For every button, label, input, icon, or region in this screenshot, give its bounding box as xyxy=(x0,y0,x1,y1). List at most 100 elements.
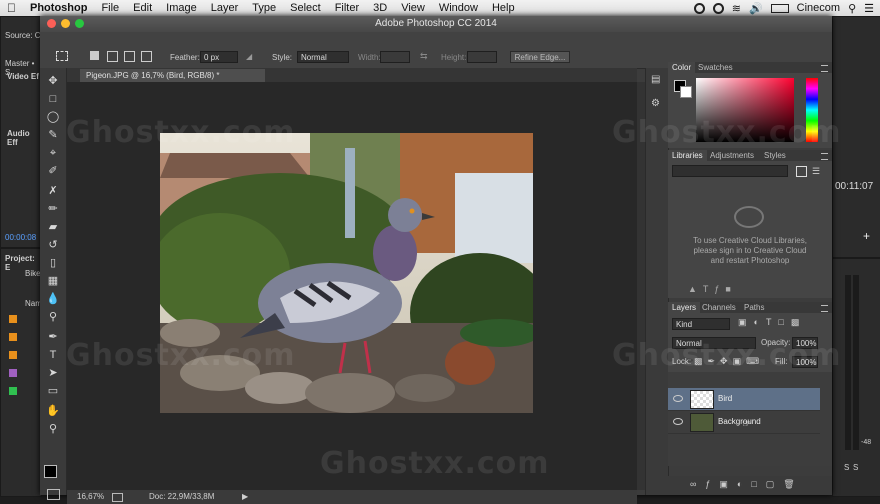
path-selection-tool-icon[interactable]: ➤ xyxy=(45,366,61,380)
refine-edge-button[interactable]: Refine Edge... xyxy=(510,51,570,63)
gradient-tool-icon[interactable]: ▦ xyxy=(45,274,61,288)
layer-row-background[interactable]: Background ☞ xyxy=(668,411,820,434)
minimize-window-button[interactable] xyxy=(61,19,70,28)
hand-cursor-icon: ☞ xyxy=(742,419,751,430)
height-input[interactable] xyxy=(467,51,497,63)
bg-video-effects: Video Ef xyxy=(7,72,39,81)
share-icon[interactable] xyxy=(112,493,123,502)
library-select[interactable] xyxy=(672,165,788,177)
move-tool-icon[interactable]: ✥ xyxy=(45,74,61,88)
pen-tool-icon[interactable]: ✒ xyxy=(45,330,61,344)
feather-input[interactable]: 0 px xyxy=(200,51,238,63)
stamp-tool-icon[interactable]: ▰ xyxy=(45,220,61,234)
layers-footer: ∞ƒ▣◐□▢🗑 xyxy=(668,476,832,495)
tab-channels[interactable]: Channels xyxy=(698,302,740,313)
wifi-icon[interactable]: ≋ xyxy=(732,2,741,15)
menu-window[interactable]: Window xyxy=(432,0,485,16)
anti-alias-icon[interactable]: ◢ xyxy=(246,52,252,61)
library-asset-icons[interactable]: ▲Tƒ■ xyxy=(688,284,737,294)
menu-select[interactable]: Select xyxy=(283,0,328,16)
tab-libraries[interactable]: Libraries xyxy=(668,150,707,161)
feather-label: Feather: xyxy=(170,53,200,62)
layer-name: Background xyxy=(718,417,761,426)
visibility-eye-icon[interactable] xyxy=(673,418,683,425)
history-panel-icon[interactable]: ▤ xyxy=(651,74,660,85)
tab-layers[interactable]: Layers xyxy=(668,302,701,313)
marquee-preset-icon[interactable] xyxy=(56,51,68,61)
watermark: Ghostxx.com xyxy=(66,338,296,373)
add-selection-icon[interactable] xyxy=(107,51,118,62)
search-icon[interactable]: ⚲ xyxy=(848,2,856,15)
width-input[interactable] xyxy=(380,51,410,63)
hand-tool-icon[interactable]: ✋ xyxy=(45,404,61,418)
blur-tool-icon[interactable]: 💧 xyxy=(45,292,61,306)
volume-icon[interactable]: 🔊 xyxy=(749,2,763,15)
tab-adjustments[interactable]: Adjustments xyxy=(706,150,758,161)
new-selection-icon[interactable] xyxy=(90,51,99,60)
bg-timecode: 00:00:08 xyxy=(5,233,37,242)
cc-icon[interactable] xyxy=(712,2,724,14)
healing-tool-icon[interactable]: ✗ xyxy=(45,184,61,198)
properties-panel-icon[interactable]: ⚙ xyxy=(651,98,660,109)
menu-filter[interactable]: Filter xyxy=(328,0,366,16)
tab-swatches[interactable]: Swatches xyxy=(694,62,737,73)
battery-icon[interactable] xyxy=(770,3,789,13)
type-tool-icon[interactable]: T xyxy=(45,348,61,362)
libraries-message: To use Creative Cloud Libraries, please … xyxy=(693,236,807,265)
brush-tool-icon[interactable]: ✏ xyxy=(45,202,61,216)
crop-tool-icon[interactable]: ⌖ xyxy=(45,146,61,160)
menu-edit[interactable]: Edit xyxy=(126,0,159,16)
notification-icon[interactable]: ☰ xyxy=(864,2,874,15)
tab-styles[interactable]: Styles xyxy=(760,150,790,161)
intersect-selection-icon[interactable] xyxy=(141,51,152,62)
panel-menu-icon[interactable] xyxy=(821,65,828,72)
window-title: Adobe Photoshop CC 2014 xyxy=(375,18,497,29)
visibility-eye-icon[interactable] xyxy=(673,395,683,402)
bg-audio-effects: Audio Eff xyxy=(7,129,30,147)
eraser-tool-icon[interactable]: ▯ xyxy=(45,256,61,270)
layer-filter-kind[interactable]: Kind xyxy=(672,318,730,330)
swap-icon[interactable]: ⇆ xyxy=(420,51,428,62)
zoom-level[interactable]: 16,67% xyxy=(77,490,104,504)
dodge-tool-icon[interactable]: ⚲ xyxy=(45,310,61,324)
tab-paths[interactable]: Paths xyxy=(740,302,768,313)
menu-image[interactable]: Image xyxy=(159,0,204,16)
layer-filter-icons[interactable]: ▣◐T□▩ xyxy=(738,317,806,328)
zoom-tool-icon[interactable]: ⚲ xyxy=(45,422,61,436)
menu-help[interactable]: Help xyxy=(485,0,522,16)
subtract-selection-icon[interactable] xyxy=(124,51,135,62)
document-tab[interactable]: Pigeon.JPG @ 16,7% (Bird, RGB/8) * xyxy=(80,69,265,82)
menu-app-photoshop[interactable]: Photoshop xyxy=(23,0,94,16)
zoom-window-button[interactable] xyxy=(75,19,84,28)
menu-layer[interactable]: Layer xyxy=(204,0,246,16)
close-window-button[interactable] xyxy=(47,19,56,28)
status-menu-arrow-icon[interactable]: ▶ xyxy=(242,490,248,504)
history-brush-tool-icon[interactable]: ↺ xyxy=(45,238,61,252)
color-background-swatch[interactable] xyxy=(680,86,692,98)
layers-footer-icons[interactable]: ∞ƒ▣◐□▢🗑 xyxy=(690,479,804,490)
layer-row-bird[interactable]: Bird xyxy=(668,388,820,411)
record-icon[interactable] xyxy=(693,2,705,14)
panel-menu-icon[interactable] xyxy=(821,153,828,160)
foreground-color-swatch[interactable] xyxy=(44,465,57,478)
layers-list: Bird Background ☞ xyxy=(668,372,832,466)
bg-add-icon[interactable]: + xyxy=(863,229,870,243)
bg-meter-solo-right[interactable]: S xyxy=(853,463,858,472)
menu-file[interactable]: File xyxy=(94,0,126,16)
apple-menu[interactable]:  xyxy=(0,0,23,16)
eyedropper-tool-icon[interactable]: ✐ xyxy=(45,164,61,178)
panel-menu-icon[interactable] xyxy=(821,305,828,312)
quick-selection-tool-icon[interactable]: ✎ xyxy=(45,128,61,142)
menu-view[interactable]: View xyxy=(394,0,432,16)
rectangle-tool-icon[interactable]: ▭ xyxy=(45,384,61,398)
menu-type[interactable]: Type xyxy=(245,0,283,16)
style-select[interactable]: Normal xyxy=(297,51,349,63)
grid-view-icon[interactable] xyxy=(796,166,807,177)
list-view-icon[interactable]: ☰ xyxy=(812,166,820,177)
marquee-tool-icon[interactable]: □ xyxy=(45,92,61,106)
user-name[interactable]: Cinecom xyxy=(797,2,840,14)
bg-meter-solo-left[interactable]: S xyxy=(844,463,849,472)
lasso-tool-icon[interactable]: ◯ xyxy=(45,110,61,124)
menu-3d[interactable]: 3D xyxy=(366,0,394,16)
tab-color[interactable]: Color xyxy=(668,62,696,73)
